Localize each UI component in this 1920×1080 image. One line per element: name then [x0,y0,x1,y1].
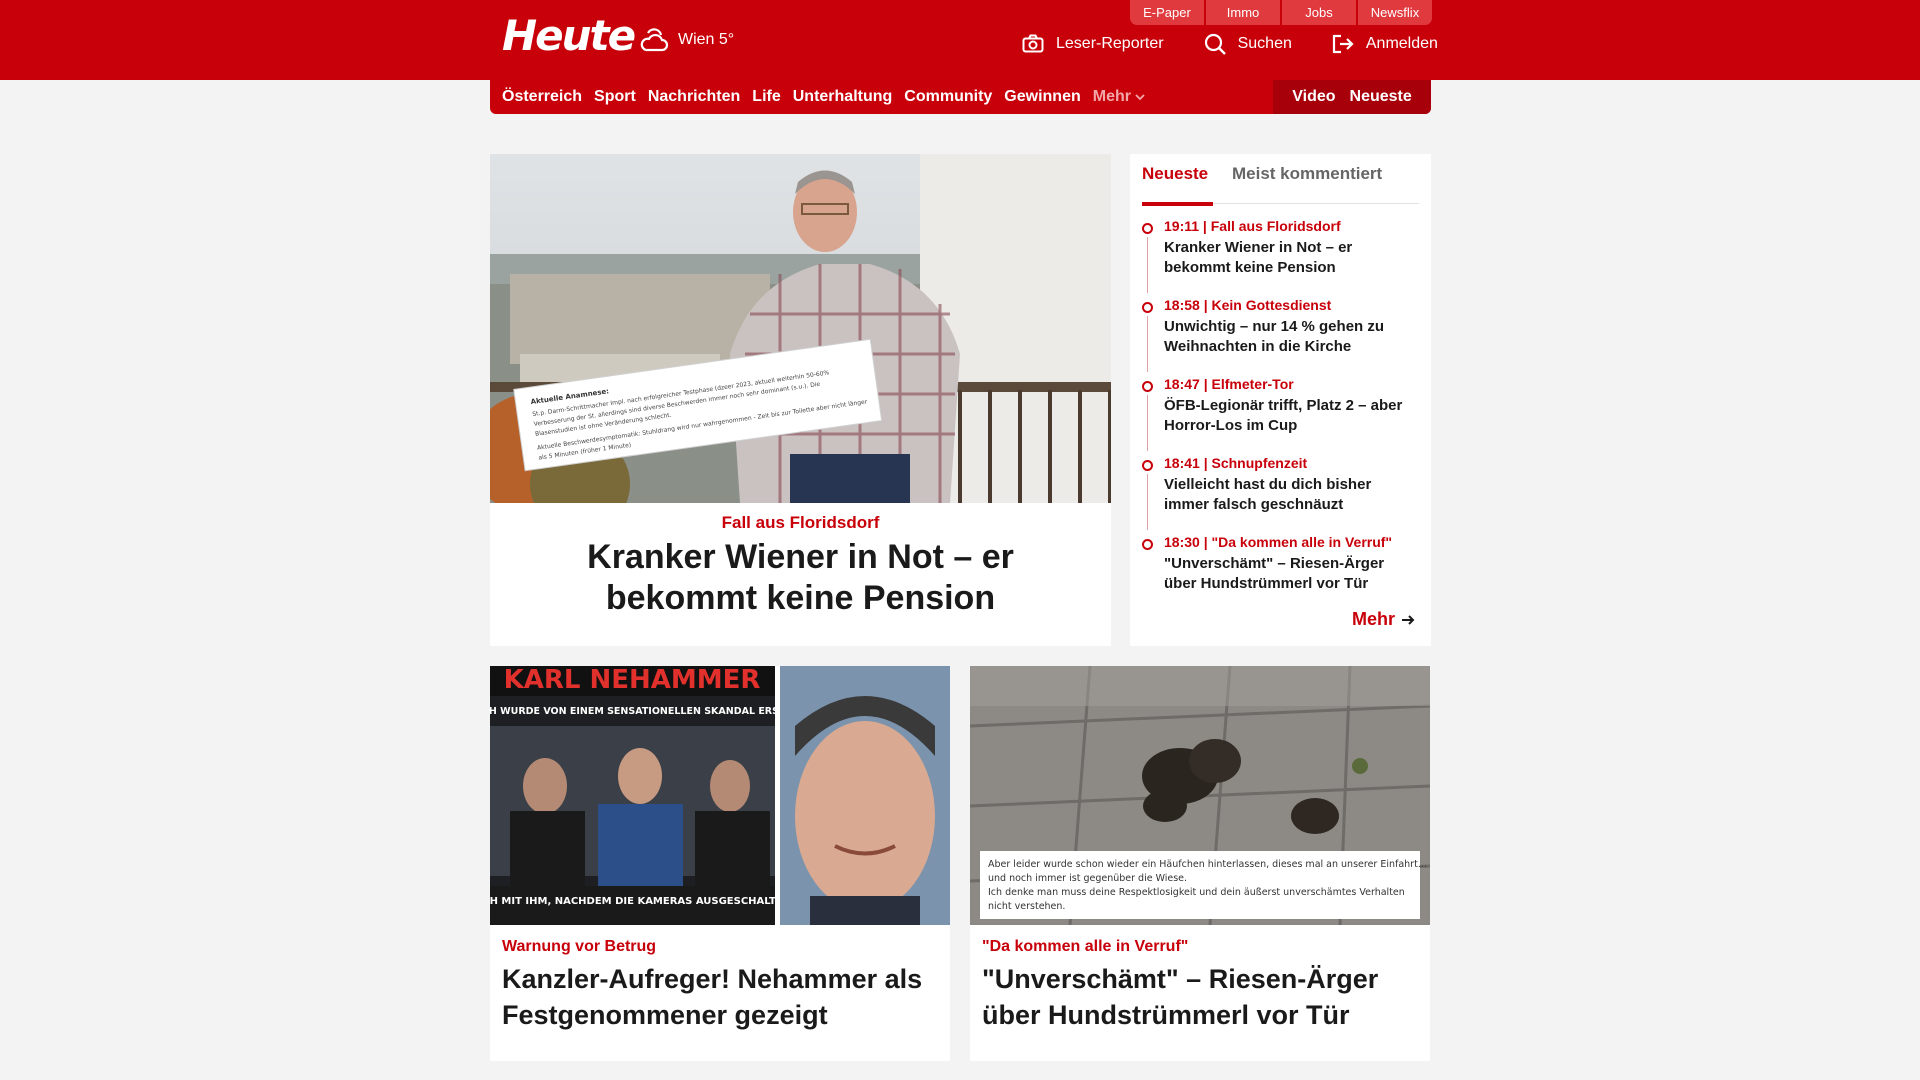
nav-item-community[interactable]: Community [904,88,992,106]
card-image-note: und noch immer ist gegenüber die Wiese. [988,873,1187,884]
nav-more-label: Mehr [1092,88,1131,105]
news-title[interactable]: ÖFB-Legionär trifft, Platz 2 – aber Horr… [1164,396,1414,436]
nav-more-dropdown[interactable]: Mehr [1093,88,1145,106]
nav-item-sport[interactable]: Sport [594,88,636,106]
timeline-dot [1142,223,1153,234]
cloud-sun-icon [640,28,669,52]
timeline-line [1147,474,1148,530]
news-title[interactable]: Unwichtig – nur 14 % gehen zu Weihnachte… [1164,317,1414,357]
latest-news-sidebar: Neueste Meist kommentiert 19:11 | Fall a… [1130,154,1431,646]
nav-item-unterhaltung[interactable]: Unterhaltung [793,88,893,106]
sidebar-tabs: Neueste Meist kommentiert [1142,164,1419,206]
tab-immo[interactable]: Immo [1206,0,1280,25]
news-meta: 18:41 | Schnupfenzeit [1164,455,1308,471]
main-nav: Österreich Sport Nachrichten Life Unterh… [490,80,1431,114]
tab-meist-kommentiert[interactable]: Meist kommentiert [1232,164,1382,184]
site-header: Heute Wien 5° E-Paper Immo Jobs Newsflix… [0,0,1920,80]
news-title[interactable]: Vielleicht hast du dich bisher immer fal… [1164,475,1414,515]
article-card-nehammer[interactable]: KARL NEHAMMER ÖSTERREICH WURDE VON EINEM… [490,666,950,1061]
camera-icon [1022,34,1044,53]
chevron-down-icon [1135,94,1145,101]
login-icon [1332,34,1354,54]
login-label: Anmelden [1365,35,1438,52]
timeline-dot [1142,539,1153,550]
search-label: Suchen [1237,35,1292,52]
leser-reporter-button[interactable]: Leser-Reporter [1022,33,1164,55]
card-image-hundstruemmerl[interactable]: Aber leider wurde schon wieder ein Häufc… [970,666,1430,925]
card-title[interactable]: Kanzler-Aufreger! Nehammer als Festgenom… [502,961,942,1033]
card-image-note: Aber leider wurde schon wieder ein Häufc… [988,859,1427,870]
news-meta: 18:47 | Elfmeter-Tor [1164,376,1294,392]
card-image-note: Ich denke man muss deine Respektlosigkei… [988,887,1405,898]
top-actions: Leser-Reporter Suchen Anmelden [1022,33,1438,55]
hero-image[interactable]: Aktuelle Anamnese: St.p. Darm-Schrittmac… [490,154,1111,503]
active-tab-indicator [1142,202,1213,206]
nav-neueste[interactable]: Neueste [1350,88,1412,106]
nav-item-oesterreich[interactable]: Österreich [502,88,582,106]
hero-title[interactable]: Kranker Wiener in Not – er bekommt keine… [510,537,1091,619]
card-image-nehammer[interactable]: KARL NEHAMMER ÖSTERREICH WURDE VON EINEM… [490,666,950,925]
news-meta: 19:11 | Fall aus Floridsdorf [1164,218,1341,234]
timeline-line [1147,237,1148,293]
timeline-line [1147,316,1148,372]
tab-neueste[interactable]: Neueste [1142,164,1208,184]
timeline-dot [1142,460,1153,471]
list-item[interactable]: 18:41 | Schnupfenzeit Vielleicht hast du… [1142,455,1422,534]
hero-photo: Aktuelle Anamnese: St.p. Darm-Schrittmac… [490,154,1111,503]
news-title[interactable]: "Unverschämt" – Riesen-Ärger über Hundst… [1164,554,1414,594]
card-kicker[interactable]: Warnung vor Betrug [502,938,656,956]
heute-logo[interactable]: Heute [502,12,636,60]
sidebar-more-label: Mehr [1351,609,1395,629]
hero-article[interactable]: Aktuelle Anamnese: St.p. Darm-Schrittmac… [490,154,1111,646]
card-title[interactable]: "Unverschämt" – Riesen-Ärger über Hundst… [982,961,1422,1033]
news-meta: 18:58 | Kein Gottesdienst [1164,297,1332,313]
sidebar-more-link[interactable]: Mehr [1352,609,1415,630]
card-image-headline: KARL NEHAMMER [504,666,761,695]
weather-text: Wien 5° [678,31,735,48]
service-tabs: E-Paper Immo Jobs Newsflix [1130,0,1432,25]
search-icon [1204,33,1226,55]
tab-epaper[interactable]: E-Paper [1130,0,1204,25]
news-title[interactable]: Kranker Wiener in Not – er bekommt keine… [1164,238,1414,278]
leser-reporter-label: Leser-Reporter [1056,35,1164,52]
tab-newsflix[interactable]: Newsflix [1358,0,1432,25]
nav-item-life[interactable]: Life [752,88,780,106]
news-timeline: 19:11 | Fall aus Floridsdorf Kranker Wie… [1142,218,1422,613]
list-item[interactable]: 19:11 | Fall aus Floridsdorf Kranker Wie… [1142,218,1422,297]
hero-kicker[interactable]: Fall aus Floridsdorf [490,513,1111,533]
list-item[interactable]: 18:58 | Kein Gottesdienst Unwichtig – nu… [1142,297,1422,376]
list-item[interactable]: 18:47 | Elfmeter-Tor ÖFB-Legionär trifft… [1142,376,1422,455]
pavement-image: Aber leider wurde schon wieder ein Häufc… [970,666,1430,925]
nav-item-gewinnen[interactable]: Gewinnen [1004,88,1080,106]
tab-jobs[interactable]: Jobs [1282,0,1356,25]
nav-item-nachrichten[interactable]: Nachrichten [648,88,740,106]
nav-right-group: Video Neueste [1273,80,1431,114]
nehammer-image: KARL NEHAMMER ÖSTERREICH WURDE VON EINEM… [490,666,950,925]
arrow-right-icon [1402,614,1415,625]
timeline-dot [1142,302,1153,313]
timeline-dot [1142,381,1153,392]
article-card-hundstruemmerl[interactable]: Aber leider wurde schon wieder ein Häufc… [970,666,1430,1061]
weather-widget[interactable]: Wien 5° [638,26,734,54]
news-meta: 18:30 | "Da kommen alle in Verruf" [1164,534,1393,550]
search-button[interactable]: Suchen [1204,33,1292,55]
list-item[interactable]: 18:30 | "Da kommen alle in Verruf" "Unve… [1142,534,1422,613]
card-kicker[interactable]: "Da kommen alle in Verruf" [982,938,1188,956]
login-button[interactable]: Anmelden [1332,33,1438,55]
nav-video[interactable]: Video [1292,88,1335,106]
timeline-line [1147,395,1148,451]
card-image-note: nicht verstehen. [988,901,1065,912]
